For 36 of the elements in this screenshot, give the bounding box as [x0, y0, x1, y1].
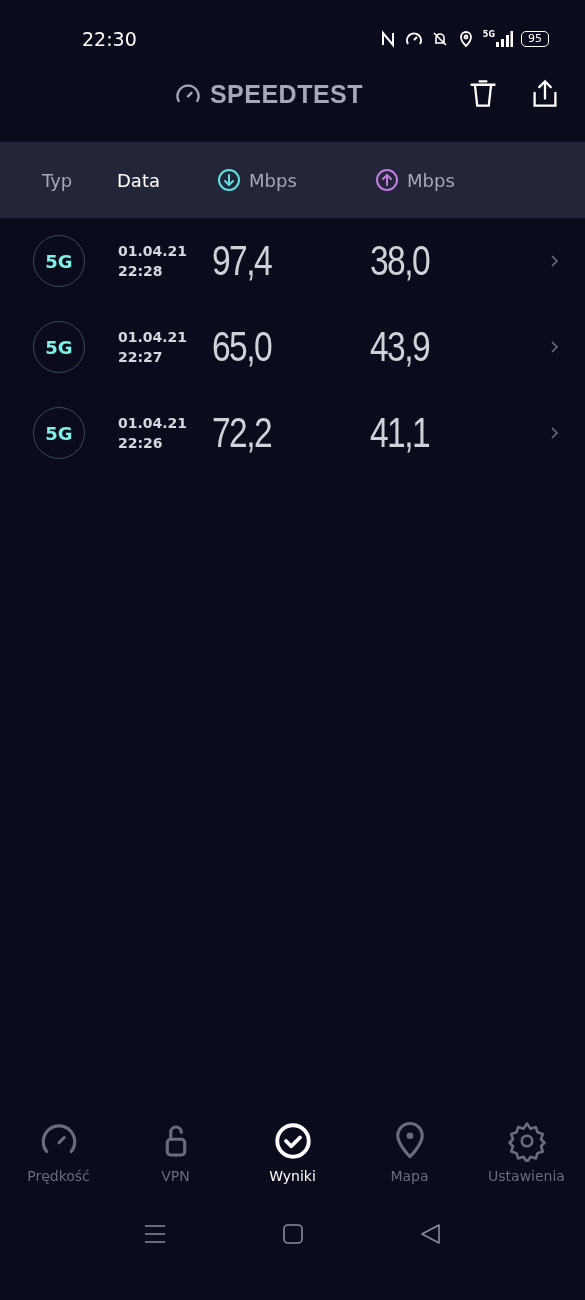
app-title: SPEEDTEST [209, 79, 364, 109]
trash-icon [469, 79, 497, 109]
test-date: 01.04.21 22:28 [118, 242, 189, 281]
column-header[interactable]: Typ [42, 169, 117, 191]
delete-button[interactable] [467, 78, 499, 110]
chevron-right-icon[interactable] [549, 254, 559, 268]
download-speed: 65,0 [212, 323, 273, 371]
status-time: 22:30 [82, 28, 138, 50]
menu-icon [143, 1223, 166, 1245]
column-header[interactable]: Data [117, 169, 217, 191]
square-icon [281, 1223, 304, 1245]
column-header[interactable]: Mbps [375, 168, 515, 192]
chevron-right-icon[interactable] [549, 340, 559, 354]
upload-speed: 41,1 [370, 409, 430, 457]
download-speed: 97,4 [212, 237, 273, 285]
download-speed: 72,2 [212, 409, 272, 457]
settings-icon [505, 1120, 548, 1162]
test-date: 01.04.21 22:26 [118, 414, 189, 453]
share-icon [531, 79, 559, 109]
signal-icon [495, 30, 513, 48]
back-icon [419, 1223, 442, 1245]
nav-tab[interactable]: VPN [117, 1120, 234, 1184]
chevron-right-icon[interactable] [549, 426, 559, 440]
bell-muted-icon [430, 30, 449, 48]
nav-tab[interactable]: Mapa [351, 1120, 468, 1184]
upload-icon [375, 168, 399, 192]
column-header[interactable]: Mbps [217, 168, 375, 192]
test-date: 01.04.21 22:27 [118, 328, 189, 367]
nav-tab[interactable]: Prędkość [0, 1120, 117, 1184]
upload-speed: 43,9 [370, 323, 430, 371]
upload-speed: 38,0 [370, 237, 431, 285]
nav-tab[interactable]: Wyniki [234, 1120, 351, 1184]
network-type: 5G [482, 30, 495, 39]
nav-tab[interactable]: Ustawienia [468, 1120, 585, 1184]
download-icon [217, 168, 241, 192]
battery-level: 95 [521, 31, 549, 47]
